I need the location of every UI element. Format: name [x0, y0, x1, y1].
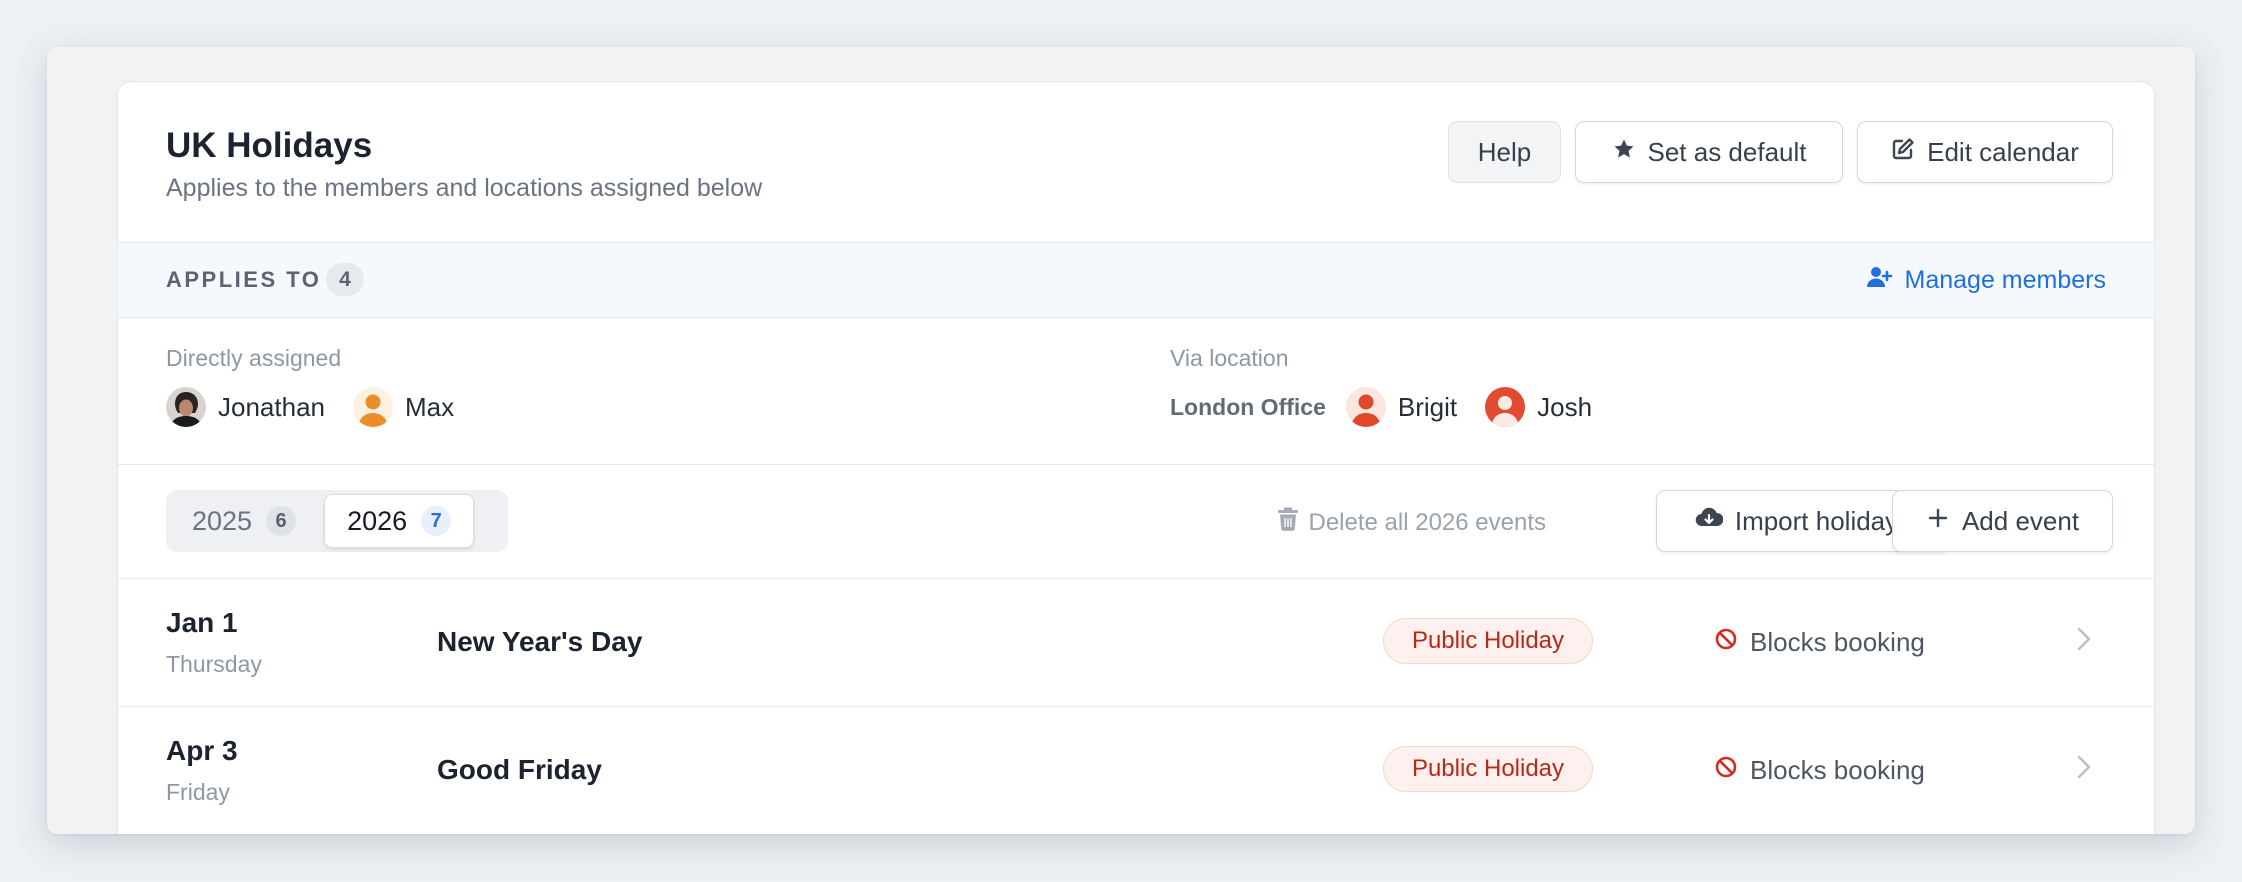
set-default-button[interactable]: Set as default [1575, 121, 1843, 183]
blocks-booking-label: Blocks booking [1750, 627, 1925, 657]
chevron-right-icon [2076, 625, 2092, 653]
avatar [166, 387, 206, 427]
add-user-icon [1865, 263, 1893, 298]
delete-all-label: Delete all 2026 events [1308, 508, 1547, 536]
blocks-booking-label: Blocks booking [1750, 755, 1925, 785]
member-chip[interactable]: Brigit [1345, 387, 1458, 427]
event-weekday: Friday [166, 779, 230, 805]
help-button-label: Help [1477, 136, 1532, 167]
edit-icon [1891, 137, 1915, 168]
member-chip[interactable]: Josh [1485, 387, 1592, 427]
event-date: Jan 1 [166, 607, 238, 638]
import-holidays-label: Import holidays [1734, 505, 1912, 536]
member-name: Brigit [1397, 391, 1458, 422]
add-event-label: Add event [1961, 505, 2080, 536]
member-name: Josh [1537, 391, 1593, 422]
trash-icon [1277, 507, 1299, 538]
tab-year-2025[interactable]: 2025 6 [170, 494, 318, 548]
chevron-right-icon [2076, 753, 2092, 781]
help-button[interactable]: Help [1448, 121, 1561, 183]
member-chip[interactable]: Jonathan [166, 387, 325, 427]
add-event-button[interactable]: Add event [1892, 490, 2113, 552]
assigned-members: Directly assigned Jonathan Max Via locat… [118, 318, 2154, 465]
year-count-badge: 7 [421, 506, 452, 536]
avatar [1485, 387, 1526, 427]
no-entry-icon [1714, 755, 1738, 786]
event-weekday: Thursday [166, 651, 262, 677]
via-location-label: Via location [1170, 345, 1289, 371]
set-default-label: Set as default [1647, 136, 1807, 167]
event-row[interactable]: Jan 1 Thursday New Year's Day Public Hol… [118, 579, 2154, 707]
event-date: Apr 3 [166, 735, 238, 766]
applies-count-badge: 4 [326, 263, 364, 296]
app-window: UK Holidays Applies to the members and l… [47, 47, 2195, 834]
tab-year-2026[interactable]: 2026 7 [324, 494, 475, 548]
year-toolbar: 2025 6 2026 7 Delete all 2026 events Imp… [118, 465, 2154, 579]
blocks-booking-indicator: Blocks booking [1714, 627, 1925, 658]
event-type-badge: Public Holiday [1383, 618, 1593, 664]
edit-calendar-button[interactable]: Edit calendar [1857, 121, 2113, 183]
cloud-download-icon [1695, 506, 1724, 537]
directly-assigned-label: Directly assigned [166, 345, 342, 371]
avatar [352, 387, 393, 427]
member-name: Max [404, 391, 455, 422]
event-name: New Year's Day [437, 626, 643, 657]
member-chip[interactable]: Max [352, 387, 455, 427]
location-name: London Office [1170, 393, 1326, 420]
calendar-header: UK Holidays Applies to the members and l… [118, 82, 2154, 243]
page-subtitle: Applies to the members and locations ass… [166, 174, 763, 202]
event-type-badge: Public Holiday [1383, 746, 1593, 792]
event-row[interactable]: Apr 3 Friday Good Friday Public Holiday … [118, 707, 2154, 834]
direct-member-list: Jonathan Max [166, 387, 482, 427]
page-title: UK Holidays [166, 126, 373, 165]
year-label: 2025 [192, 505, 253, 536]
edit-calendar-label: Edit calendar [1927, 136, 2079, 167]
no-entry-icon [1714, 627, 1738, 658]
avatar [1345, 387, 1386, 427]
year-count-badge: 6 [266, 506, 297, 536]
applies-to-label: APPLIES TO [166, 267, 322, 292]
applies-to-bar: APPLIES TO 4 Manage members [118, 243, 2154, 318]
event-name: Good Friday [437, 754, 602, 785]
plus-icon [1926, 506, 1950, 537]
year-label: 2026 [347, 505, 408, 536]
location-member-list: London Office Brigit Josh [1170, 387, 1620, 427]
blocks-booking-indicator: Blocks booking [1714, 755, 1925, 786]
manage-members-link[interactable]: Manage members [1865, 263, 2106, 298]
star-icon [1612, 137, 1636, 168]
member-name: Jonathan [218, 391, 325, 422]
manage-members-label: Manage members [1904, 266, 2106, 294]
calendar-card: UK Holidays Applies to the members and l… [117, 81, 2155, 834]
year-selector: 2025 6 2026 7 [166, 490, 508, 552]
delete-all-events-button[interactable]: Delete all 2026 events [1277, 507, 1547, 538]
